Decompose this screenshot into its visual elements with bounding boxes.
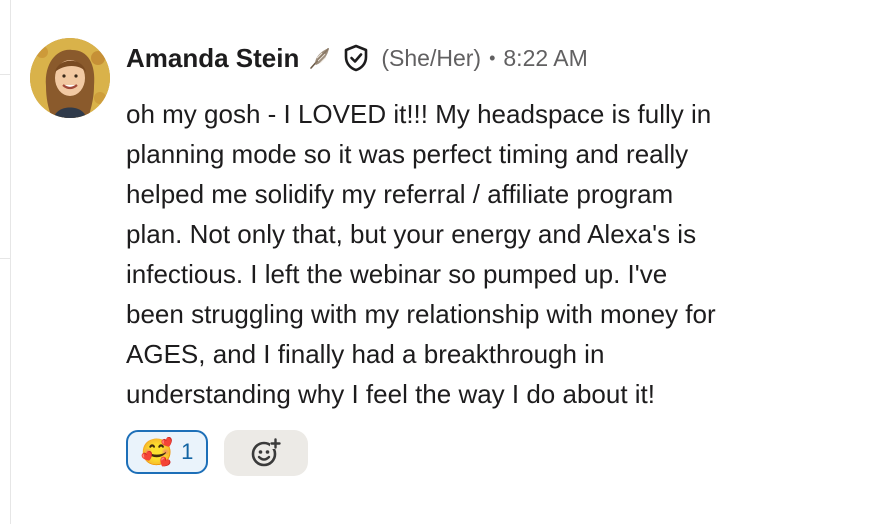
smiling-face-with-hearts-icon: 🥰 — [140, 437, 174, 467]
message-line: AGES, and I finally had a breakthrough i… — [126, 339, 605, 369]
add-reaction-icon — [251, 438, 281, 467]
avatar-image — [30, 38, 110, 118]
message-header: Amanda Stein (She/Her) • 8:22 AM — [126, 36, 846, 80]
left-rail — [0, 0, 11, 524]
message-line: plan. Not only that, but your energy and… — [126, 219, 697, 249]
add-reaction-button[interactable] — [224, 430, 308, 476]
message-body: oh my gosh - I LOVED it!!! My headspace … — [126, 94, 826, 414]
message-line: understanding why I feel the way I do ab… — [126, 379, 656, 409]
separator-dot: • — [489, 47, 496, 68]
message-line: infectious. I left the webinar so pumped… — [126, 259, 668, 289]
message-line: oh my gosh - I LOVED it!!! My headspace … — [126, 99, 712, 129]
author-name[interactable]: Amanda Stein — [126, 43, 299, 74]
timestamp[interactable]: 8:22 AM — [503, 45, 587, 72]
reactions-bar: 🥰 1 — [126, 430, 308, 476]
shield-check-icon[interactable] — [343, 44, 369, 72]
avatar[interactable] — [30, 38, 110, 118]
rail-divider — [0, 74, 10, 75]
pronouns: (She/Her) — [381, 44, 482, 71]
message-line: been struggling with my relationship wit… — [126, 299, 716, 329]
message-line: helped me solidify my referral / affilia… — [126, 179, 674, 209]
reaction-count: 1 — [181, 439, 194, 464]
rail-divider — [0, 258, 10, 259]
feather-icon[interactable] — [307, 45, 333, 71]
reaction-smiling-hearts[interactable]: 🥰 1 — [126, 430, 208, 474]
message-line: planning mode so it was perfect timing a… — [126, 139, 689, 169]
